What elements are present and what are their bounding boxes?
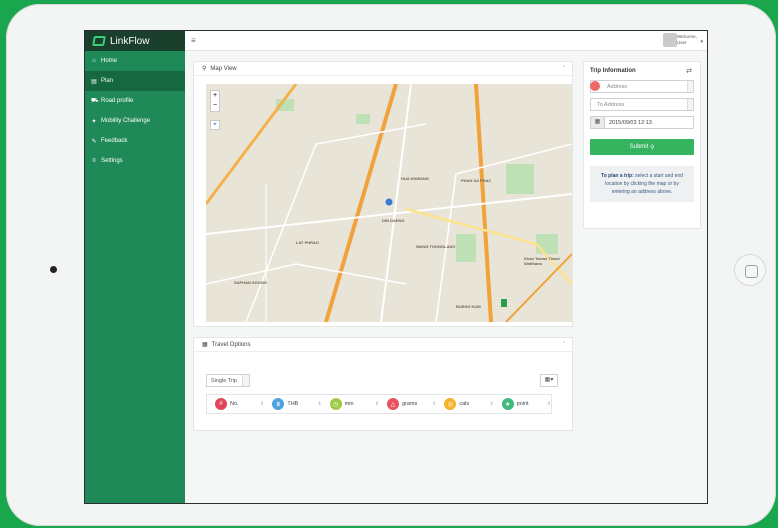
list-icon: ≡ [92, 158, 96, 164]
menu-toggle-icon[interactable]: ≡ [191, 36, 196, 45]
clock-icon: ◷ [329, 398, 342, 410]
app-screen: LinkFlow ⌂ Home ▤ Plan ⛟ Road profile ✦ … [84, 30, 708, 504]
welcome-text: Welcome, [677, 34, 697, 39]
tag-icon: # [215, 398, 227, 410]
swap-icon[interactable]: ⇄ [686, 67, 692, 75]
search-icon: ⚲ [649, 144, 655, 151]
sidebar-item-label: Feedback [101, 138, 128, 144]
chat-icon: ✎ [91, 138, 97, 145]
travel-options-title: Travel Options [211, 341, 251, 348]
view-grid-button[interactable]: ▦▾ [540, 374, 558, 387]
collapse-icon[interactable]: ⌃ [562, 65, 566, 71]
avatar[interactable] [663, 33, 677, 47]
map-label: WANG THONGLANG [416, 244, 456, 249]
metric-emissions[interactable]: △ grams ⇕ [379, 398, 436, 410]
home-button[interactable] [734, 254, 766, 286]
metric-time[interactable]: ◷ min ⇕ [322, 398, 379, 410]
hint-bold: To plan a trip: [601, 173, 634, 179]
sidebar-item-settings[interactable]: ≡ Settings [85, 151, 185, 171]
travel-options-header: ▦ Travel Options [194, 338, 572, 352]
calendar-icon[interactable]: ▦ [591, 117, 605, 128]
sidebar-item-feedback[interactable]: ✎ Feedback [85, 131, 185, 151]
brand[interactable]: LinkFlow [85, 31, 185, 51]
datetime-value: 2015/09/03 12:13 [609, 119, 652, 126]
trip-info-title: Trip Information [590, 68, 636, 74]
metric-label: grams [401, 401, 418, 407]
sidebar-item-road-profile[interactable]: ⛟ Road profile [85, 91, 185, 111]
table-icon: ▦ [202, 342, 208, 348]
submit-label: Submit [629, 144, 649, 150]
sidebar-item-label: Settings [101, 158, 123, 164]
topbar: ≡ Welcome, User ▾ [185, 31, 707, 51]
map-panel-header: ⚲ Map View [194, 62, 572, 76]
map-roads [206, 84, 572, 322]
home-icon: ⌂ [92, 58, 96, 64]
map-panel-title: Map View [210, 65, 237, 72]
trophy-icon: ✦ [91, 118, 97, 125]
sidebar-item-label: Home [101, 58, 118, 64]
currency-icon: ฿ [272, 398, 285, 410]
locate-icon[interactable]: ⌖ [210, 120, 220, 130]
trip-info-panel: Trip Information ⇄ Address To Address ▦ … [583, 61, 701, 229]
dropdown-icon[interactable] [242, 375, 249, 386]
dropdown-icon[interactable] [687, 81, 693, 92]
map-pin-icon: ⚲ [202, 66, 207, 72]
user-welcome[interactable]: Welcome, User [677, 34, 697, 46]
metric-cost[interactable]: ฿ THB ⇕ [264, 398, 322, 410]
chevron-down-icon[interactable]: ▾ [700, 39, 703, 45]
from-address-input[interactable]: Address [590, 80, 694, 93]
sidebar-item-label: Plan [101, 78, 114, 84]
sidebar-item-plan[interactable]: ▤ Plan [85, 71, 185, 91]
metric-label: No. [230, 401, 239, 407]
metric-points[interactable]: ★ point ⇕ [494, 398, 551, 410]
sort-icon: ⇕ [546, 401, 551, 407]
sidebar-item-mobility-challenge[interactable]: ✦ Mobility Challenge [85, 111, 185, 131]
metric-label: cals [459, 401, 470, 407]
sidebar-item-home[interactable]: ⌂ Home [85, 51, 185, 71]
metric-label: min [344, 401, 354, 407]
from-address-placeholder: Address [607, 83, 628, 90]
map-canvas[interactable]: + − ⌖ PHAN XA PHAC HUA KHWANG DIN DAENG … [206, 84, 572, 322]
map-label: PHAN XA PHAC [461, 178, 492, 183]
zoom-in-button[interactable]: + [211, 91, 219, 101]
metrics-bar: # No. ⇕ ฿ THB ⇕ ◷ min ⇕ △ grams ⇕ ◎ cals [206, 394, 552, 414]
sidebar-item-label: Road profile [101, 98, 134, 104]
map-label: DIN DAENG [382, 218, 405, 223]
submit-button[interactable]: Submit ⚲ [590, 139, 694, 155]
travel-options-panel: ▦ Travel Options ⌃ Single Trip ▦▾ # No. … [193, 337, 573, 431]
co2-icon: △ [386, 398, 399, 410]
metric-label: THB [287, 401, 299, 407]
calorie-icon: ◎ [444, 398, 457, 410]
camera [50, 266, 57, 273]
map-label: LAT PHRAO [296, 240, 320, 245]
trip-type-value: Single Trip [211, 377, 237, 384]
trip-hint: To plan a trip: select a start and end l… [590, 166, 694, 202]
car-icon: ⛟ [91, 98, 99, 104]
map-label: HUA KHWANG [401, 176, 429, 181]
document-icon: ▤ [91, 78, 97, 85]
map-label: SAPHAN SOONG [234, 280, 267, 285]
to-address-input[interactable]: To Address [590, 98, 694, 111]
sidebar: LinkFlow ⌂ Home ▤ Plan ⛟ Road profile ✦ … [85, 31, 185, 503]
brand-name: LinkFlow [110, 35, 150, 47]
trip-type-select[interactable]: Single Trip [206, 374, 250, 387]
zoom-control: + − [210, 90, 220, 112]
to-address-placeholder: To Address [597, 101, 625, 108]
map-label: Khan Tawan Thawi Watthana [524, 256, 560, 266]
sidebar-item-label: Mobility Challenge [101, 118, 151, 124]
zoom-out-button[interactable]: − [211, 101, 219, 111]
map-label: BUENG KUM [456, 304, 481, 309]
collapse-icon[interactable]: ⌃ [562, 341, 566, 347]
metric-calories[interactable]: ◎ cals ⇕ [436, 398, 494, 410]
metric-number[interactable]: # No. ⇕ [207, 398, 264, 410]
metric-label: point [516, 401, 529, 407]
dropdown-icon[interactable] [687, 99, 693, 110]
user-name: User [677, 40, 687, 45]
datetime-input[interactable]: ▦ 2015/09/03 12:13 [590, 116, 694, 129]
map-panel: ⚲ Map View ⌃ + − ⌖ PHAN XA PHAC HUA KHWA… [193, 61, 573, 327]
origin-marker-icon [590, 81, 600, 91]
linkflow-logo-icon [92, 36, 106, 46]
point-icon: ★ [501, 398, 514, 410]
